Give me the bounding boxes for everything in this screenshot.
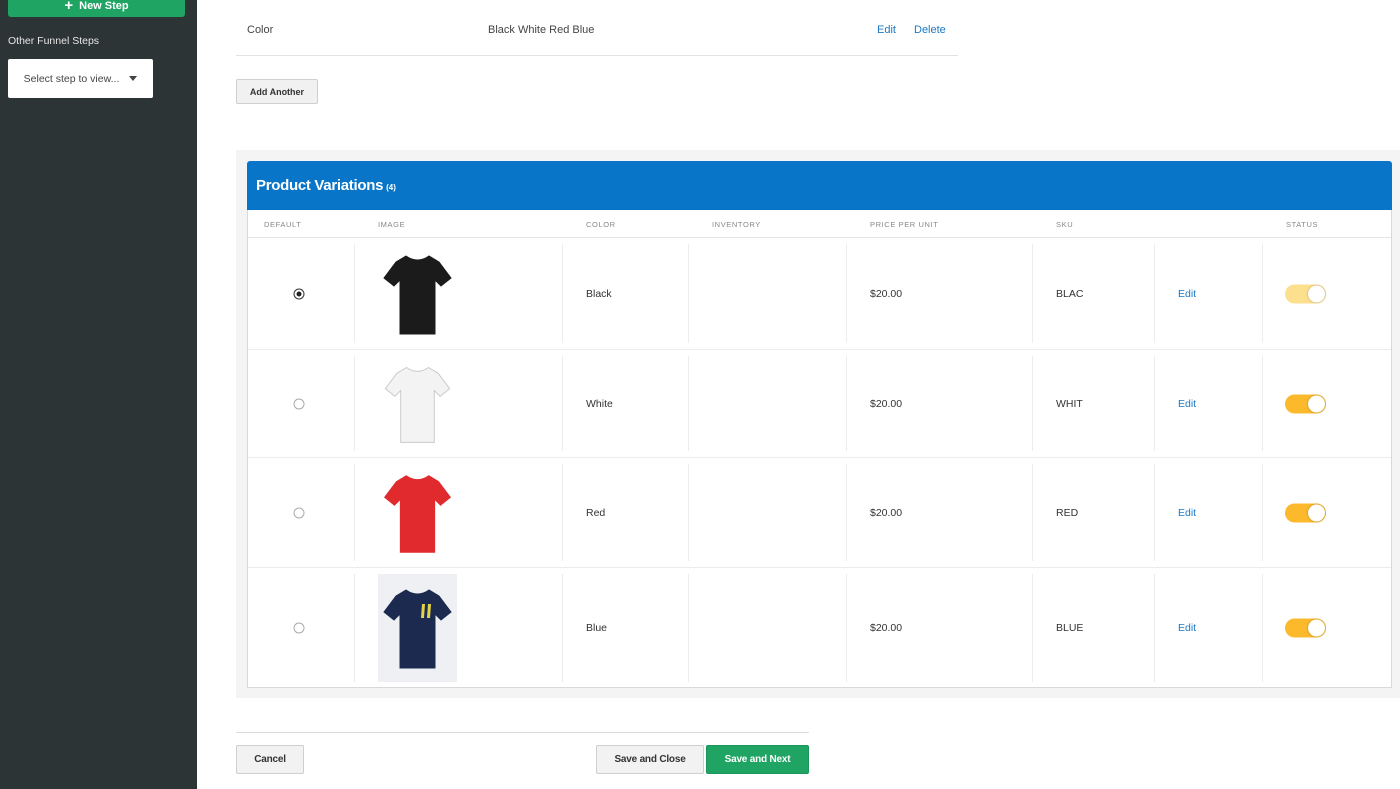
variation-edit-link[interactable]: Edit: [1178, 507, 1196, 519]
status-toggle[interactable]: [1285, 503, 1326, 523]
cell-divider: [1262, 356, 1263, 451]
variations-table: DEFAULT IMAGE COLOR INVENTORY PRICE PER …: [247, 210, 1392, 688]
col-header-sku: SKU: [1056, 220, 1074, 229]
cell-divider: [1262, 244, 1263, 343]
cell-divider: [1032, 244, 1033, 343]
variation-price: $20.00: [870, 398, 903, 410]
col-header-status: STATUS: [1286, 220, 1319, 229]
toggle-knob: [1308, 504, 1325, 522]
cell-divider: [354, 244, 355, 343]
save-and-next-button[interactable]: Save and Next: [706, 745, 809, 774]
variation-row: Black $20.00 BLAC Edit: [248, 238, 1391, 350]
new-step-button[interactable]: + New Step: [8, 0, 185, 17]
col-header-default: DEFAULT: [264, 220, 302, 229]
col-header-color: COLOR: [586, 220, 616, 229]
variation-edit-link[interactable]: Edit: [1178, 288, 1196, 300]
variations-count: (4): [386, 183, 396, 192]
red-tshirt-image: [378, 464, 457, 562]
sidebar: + New Step Other Funnel Steps Select ste…: [0, 0, 197, 789]
plus-icon: +: [64, 0, 74, 14]
variation-color: Blue: [586, 622, 608, 634]
cell-divider: [688, 574, 689, 682]
step-select-dropdown[interactable]: Select step to view...: [8, 59, 153, 98]
save-and-close-button[interactable]: Save and Close: [596, 745, 704, 774]
option-name: Color: [247, 24, 274, 36]
cell-divider: [1262, 464, 1263, 561]
caret-down-icon: [129, 76, 138, 81]
white-tshirt-image: [378, 356, 457, 452]
variation-price: $20.00: [870, 288, 903, 300]
cancel-button[interactable]: Cancel: [236, 745, 304, 774]
variation-price: $20.00: [870, 507, 903, 519]
cell-divider: [1032, 574, 1033, 682]
cell-divider: [1262, 574, 1263, 682]
cell-divider: [354, 464, 355, 561]
cell-divider: [562, 574, 563, 682]
variation-row: White $20.00 WHIT Edit: [248, 350, 1391, 458]
black-tshirt-image: [378, 244, 457, 344]
variation-sku: WHIT: [1056, 398, 1083, 410]
cell-divider: [354, 574, 355, 682]
cell-divider: [562, 356, 563, 451]
variation-row: Red $20.00 RED Edit: [248, 458, 1391, 568]
cell-divider: [846, 574, 847, 682]
add-another-button[interactable]: Add Another: [236, 79, 318, 104]
cell-divider: [688, 356, 689, 451]
variation-edit-link[interactable]: Edit: [1178, 622, 1196, 634]
variations-header: Product Variations (4): [247, 161, 1392, 210]
footer-divider: [236, 732, 809, 733]
cell-divider: [354, 356, 355, 451]
col-header-price: PRICE PER UNIT: [870, 220, 939, 229]
col-header-image: IMAGE: [378, 220, 406, 229]
toggle-knob: [1308, 395, 1325, 413]
cell-divider: [846, 356, 847, 451]
option-edit-link[interactable]: Edit: [877, 24, 896, 36]
cell-divider: [1032, 464, 1033, 561]
cell-divider: [1154, 574, 1155, 682]
variation-sku: BLAC: [1056, 288, 1084, 300]
col-header-inventory: INVENTORY: [712, 220, 761, 229]
cell-divider: [688, 464, 689, 561]
variation-edit-link[interactable]: Edit: [1178, 398, 1196, 410]
variation-price: $20.00: [870, 622, 903, 634]
default-radio[interactable]: [293, 288, 305, 300]
status-toggle[interactable]: [1285, 618, 1326, 638]
option-values: Black White Red Blue: [488, 24, 595, 36]
option-row: Color Black White Red Blue Edit Delete: [236, 0, 958, 56]
blue-jersey-image: [378, 574, 457, 682]
toggle-knob: [1308, 285, 1325, 303]
cell-divider: [562, 244, 563, 343]
option-delete-link[interactable]: Delete: [914, 24, 946, 36]
status-toggle[interactable]: [1285, 284, 1326, 304]
step-select-value: Select step to view...: [23, 72, 120, 85]
variation-color: Red: [586, 507, 606, 519]
default-radio[interactable]: [293, 507, 305, 519]
cell-divider: [1154, 244, 1155, 343]
variations-title: Product Variations: [256, 177, 384, 194]
status-toggle[interactable]: [1285, 394, 1326, 414]
cell-divider: [1154, 356, 1155, 451]
variation-row: Blue $20.00 BLUE Edit: [248, 568, 1391, 688]
variation-color: Black: [586, 288, 612, 300]
cell-divider: [688, 244, 689, 343]
cell-divider: [1032, 356, 1033, 451]
cell-divider: [1154, 464, 1155, 561]
toggle-knob: [1308, 619, 1325, 637]
cell-divider: [846, 464, 847, 561]
default-radio[interactable]: [293, 398, 305, 410]
default-radio[interactable]: [293, 622, 305, 634]
variation-sku: RED: [1056, 507, 1079, 519]
cell-divider: [562, 464, 563, 561]
variation-sku: BLUE: [1056, 622, 1084, 634]
other-funnel-steps-label: Other Funnel Steps: [8, 35, 100, 47]
variation-color: White: [586, 398, 613, 410]
new-step-label: New Step: [79, 0, 129, 12]
cell-divider: [846, 244, 847, 343]
